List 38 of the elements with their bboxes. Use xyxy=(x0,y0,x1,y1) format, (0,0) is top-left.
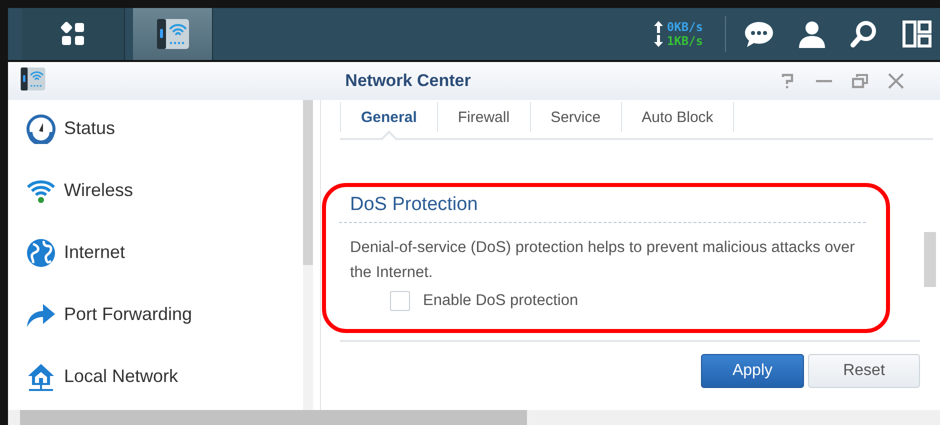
tab[interactable]: Firewall xyxy=(438,102,531,132)
scrollbar[interactable] xyxy=(303,100,313,410)
close-icon[interactable] xyxy=(888,73,904,89)
sidebar-item[interactable]: Status xyxy=(64,118,116,139)
arrow-icon xyxy=(26,302,56,328)
search-icon[interactable] xyxy=(850,20,878,48)
scrollbar[interactable] xyxy=(8,410,940,425)
download-icon xyxy=(654,35,663,47)
sidebar-item[interactable]: Local Network xyxy=(64,366,178,387)
upload-speed: 0KB/s xyxy=(666,20,703,34)
app-icon xyxy=(20,66,46,92)
chat-icon[interactable] xyxy=(744,20,774,48)
sidebar-item[interactable]: Wireless xyxy=(64,180,134,201)
download-speed: 1KB/s xyxy=(666,34,703,48)
app-button[interactable] xyxy=(133,8,213,60)
section-title: DoS Protection xyxy=(339,194,866,223)
window-title: Network Center xyxy=(344,71,472,91)
sidebar-item[interactable]: Internet xyxy=(64,242,126,263)
user-icon[interactable] xyxy=(798,20,826,48)
globe-icon xyxy=(26,238,56,268)
description: Denial-of-service (DoS) protection helps to prevent malicious attacks over the Internet. xyxy=(350,238,856,283)
house-icon xyxy=(26,362,56,392)
apply-button[interactable]: Apply xyxy=(701,354,804,388)
sidebar-item[interactable]: Port Forwarding xyxy=(64,304,192,325)
widgets-icon[interactable] xyxy=(902,20,932,48)
main-menu-button[interactable] xyxy=(22,8,125,60)
router-icon xyxy=(156,17,190,51)
tab[interactable]: Auto Block xyxy=(622,102,734,132)
apps-icon xyxy=(59,20,87,48)
help-icon[interactable] xyxy=(781,73,795,89)
tab[interactable]: Service xyxy=(530,102,622,132)
gauge-icon xyxy=(26,114,56,144)
upload-icon xyxy=(654,21,663,33)
restore-icon[interactable] xyxy=(852,73,868,89)
tab[interactable]: General xyxy=(340,102,438,132)
checkbox-label[interactable]: Enable DoS protection xyxy=(423,292,578,310)
reset-button[interactable]: Reset xyxy=(808,354,920,388)
checkbox[interactable] xyxy=(390,291,410,311)
